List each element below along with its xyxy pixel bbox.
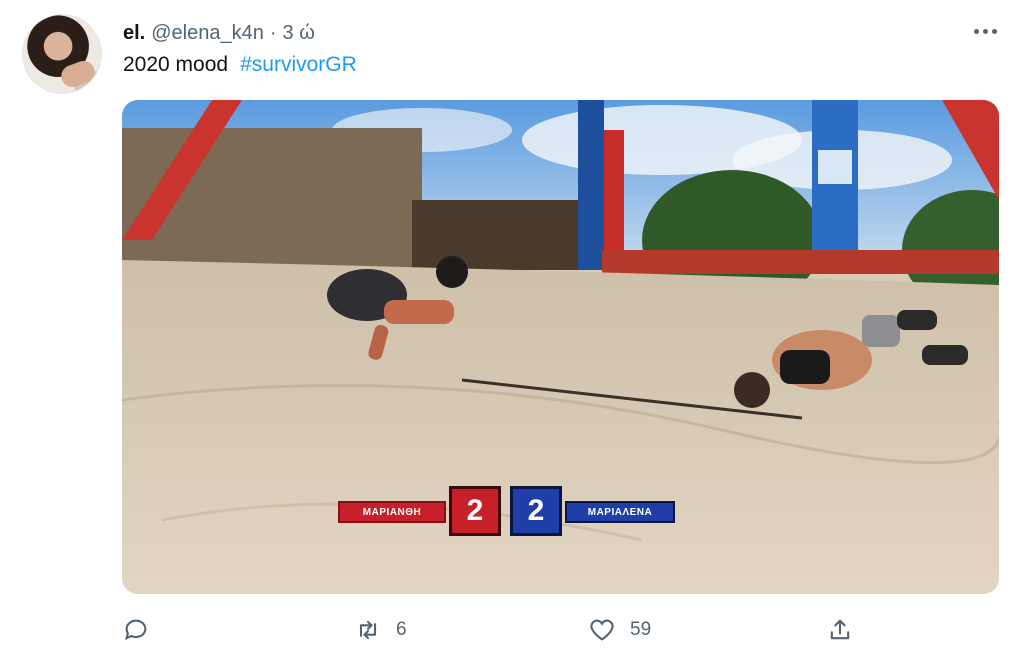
tweet-timestamp[interactable]: 3 ώ: [283, 22, 315, 45]
hashtag-link[interactable]: #survivorGR: [240, 53, 357, 77]
heart-icon: [588, 616, 616, 644]
retweet-button[interactable]: 6: [354, 610, 407, 650]
tweet-media-image[interactable]: ΜΑΡΙΑΝΘΗ 2 2 ΜΑΡΙΑΛΕΝΑ: [122, 100, 999, 594]
sand-pit: [122, 260, 999, 594]
user-handle[interactable]: @elena_k4n: [151, 22, 264, 45]
crowd-area: [412, 200, 582, 270]
scoreboard-right-score: 2: [510, 486, 562, 536]
tweet-text-body: 2020 mood: [123, 53, 229, 76]
reply-button[interactable]: [122, 610, 150, 650]
red-flag: [604, 130, 624, 250]
reply-icon: [122, 616, 150, 644]
share-button[interactable]: [826, 610, 854, 650]
tweet-text: 2020 mood #survivorGR: [123, 53, 357, 77]
scoreboard: ΜΑΡΙΑΝΘΗ 2 2 ΜΑΡΙΑΛΕΝΑ: [338, 486, 678, 536]
avatar[interactable]: [22, 14, 102, 94]
like-count: 59: [630, 619, 652, 640]
separator-dot: ·: [269, 21, 277, 44]
pole: [578, 100, 604, 270]
display-name[interactable]: el.: [123, 22, 145, 45]
share-icon: [826, 616, 854, 644]
more-dot: [982, 28, 988, 34]
scoreboard-left-name: ΜΑΡΙΑΝΘΗ: [338, 501, 446, 523]
blue-banner-trim: [818, 150, 852, 184]
retweet-count: 6: [396, 619, 407, 640]
tweet: el. @elena_k4n · 3 ώ 2020 mood #survivor…: [0, 0, 1024, 659]
more-dot: [991, 28, 997, 34]
tweet-actions: 6 59: [0, 610, 1024, 650]
scoreboard-right-name: ΜΑΡΙΑΛΕΝΑ: [565, 501, 675, 523]
more-dot: [973, 28, 979, 34]
retweet-icon: [354, 616, 382, 644]
arena-rail: [602, 250, 999, 274]
like-button[interactable]: 59: [588, 610, 651, 650]
scoreboard-left-score: 2: [449, 486, 501, 536]
tweet-header: el. @elena_k4n · 3 ώ: [123, 20, 315, 46]
more-options-icon[interactable]: [968, 18, 1002, 44]
